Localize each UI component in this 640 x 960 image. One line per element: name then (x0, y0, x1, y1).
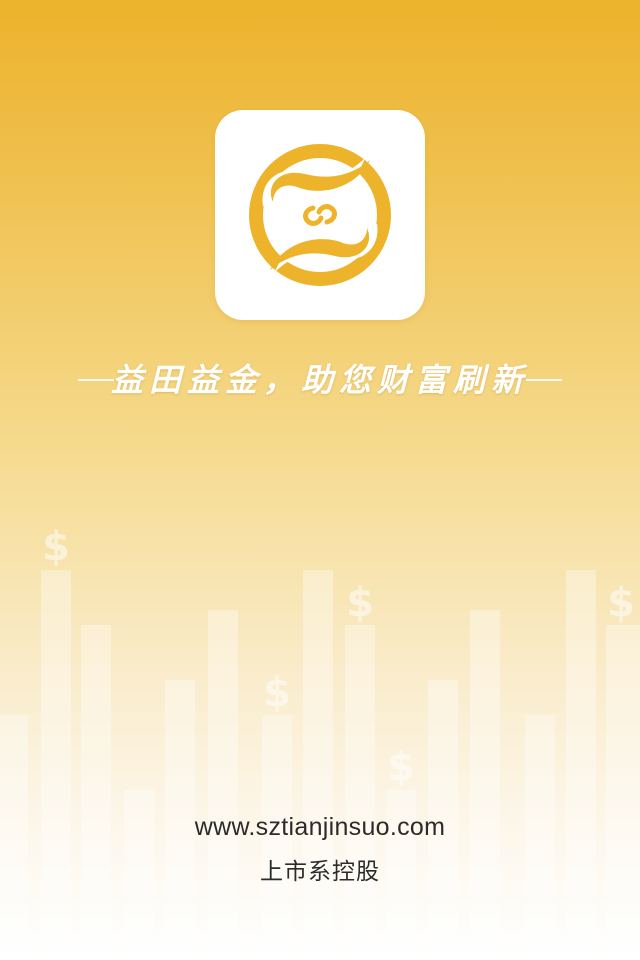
slogan-text: 益田益金，助您财富刷新 (110, 361, 529, 399)
dollar-sign-icon: $ (263, 670, 291, 716)
bg-bar (470, 610, 500, 960)
bg-bar (606, 625, 640, 960)
bg-bar (566, 570, 596, 960)
slogan-banner: 益田益金，助您财富刷新 (70, 355, 570, 405)
dollar-sign-icon: $ (387, 744, 415, 790)
dollar-sign-icon: $ (607, 580, 635, 626)
slogan-divider-right (526, 379, 562, 381)
bg-bar (81, 625, 111, 960)
bg-bar (303, 570, 333, 960)
website-url: www.sztianjinsuo.com (194, 813, 446, 841)
splash-screen: $ $ $ $ $ 益田益金，助您财富刷新 www.sztianjinsuo.c… (0, 0, 640, 960)
app-logo (215, 110, 425, 320)
app-logo-icon (249, 144, 391, 286)
bg-bar (41, 570, 71, 960)
bg-bar (208, 610, 238, 960)
dollar-sign-icon: $ (346, 580, 374, 626)
slogan-divider-left (78, 379, 114, 381)
bg-bar (345, 625, 375, 960)
company-tagline: 上市系控股 (260, 859, 380, 885)
dollar-sign-icon: $ (42, 524, 70, 570)
